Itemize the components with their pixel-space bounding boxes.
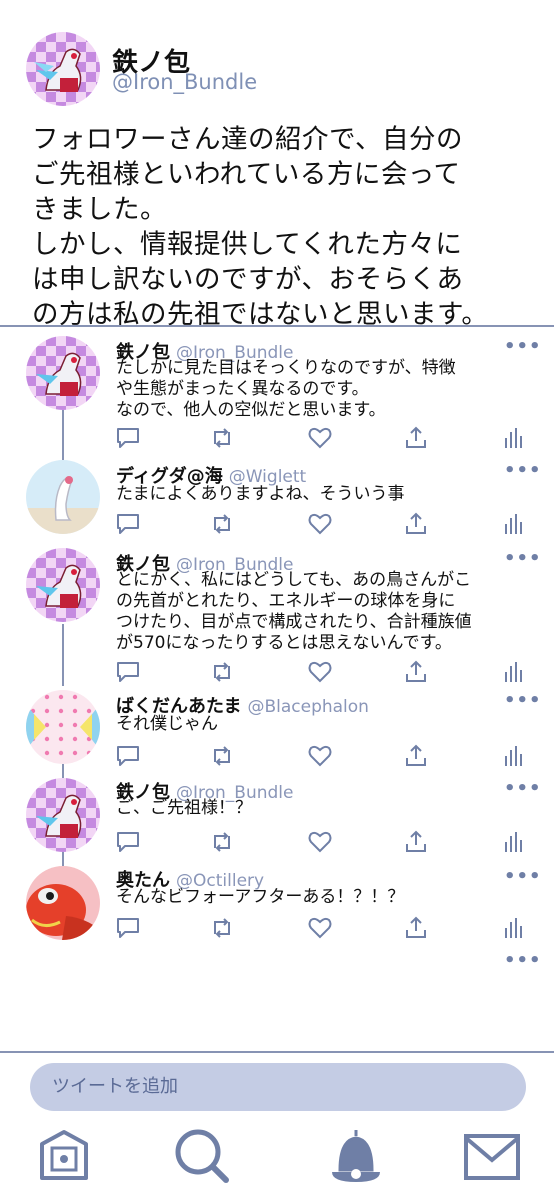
tweet-actions [0, 742, 554, 770]
analytics-icon[interactable] [500, 914, 528, 942]
analytics-icon[interactable] [500, 742, 528, 770]
more-options-icon[interactable]: ••• [504, 548, 542, 569]
like-icon[interactable] [306, 658, 334, 686]
share-icon[interactable] [402, 510, 430, 538]
tweet-text: フォロワーさん達の紹介で、自分の ご先祖様といわれている方に会って きました。 … [32, 124, 489, 330]
like-icon[interactable] [306, 828, 334, 856]
retweet-icon[interactable] [208, 658, 236, 686]
reply-icon[interactable] [114, 658, 142, 686]
like-icon[interactable] [306, 510, 334, 538]
more-options-icon[interactable]: ••• [504, 866, 542, 887]
reply-icon[interactable] [114, 510, 142, 538]
reply-text: それ僕じゃん [116, 714, 218, 734]
home-icon[interactable] [34, 1126, 94, 1186]
retweet-icon[interactable] [208, 510, 236, 538]
more-options-icon[interactable]: ••• [504, 690, 542, 711]
reply-text: たまによくありますよね、そういう事 [116, 484, 405, 504]
tab-bar [0, 1126, 554, 1190]
like-icon[interactable] [306, 914, 334, 942]
reply-icon[interactable] [114, 914, 142, 942]
more-options-icon[interactable]: ••• [504, 336, 542, 357]
divider [0, 1051, 554, 1053]
main-tweet: 鉄ノ包 @Iron_Bundle フォロワーさん達の紹介で、自分の ご先祖様とい… [0, 0, 554, 330]
tweet-actions [0, 510, 554, 538]
share-icon[interactable] [402, 424, 430, 452]
more-options-icon[interactable]: ••• [504, 460, 542, 481]
share-icon[interactable] [402, 828, 430, 856]
author-handle: @Iron_Bundle [112, 70, 258, 94]
retweet-icon[interactable] [208, 424, 236, 452]
retweet-icon[interactable] [208, 742, 236, 770]
reply-icon[interactable] [114, 742, 142, 770]
more-options-icon[interactable]: ••• [504, 950, 542, 971]
reply-text: とにかく、私にはどうしても、あの鳥さんがこ の先首がとれたり、エネルギーの球体を… [116, 570, 472, 653]
reply-icon[interactable] [114, 828, 142, 856]
analytics-icon[interactable] [500, 510, 528, 538]
messages-icon[interactable] [462, 1126, 522, 1186]
compose-input[interactable]: ツイートを追加 [30, 1063, 526, 1111]
tweet-actions [0, 914, 554, 942]
reply-text: ご、ご先祖様！？ [116, 798, 252, 818]
reply-text: たしかに見た目はそっくりなのですが、特徴 や生態がまったく異なるのです。 なので… [116, 358, 456, 420]
avatar[interactable] [26, 548, 100, 622]
analytics-icon[interactable] [500, 424, 528, 452]
more-options-icon[interactable]: ••• [504, 778, 542, 799]
analytics-icon[interactable] [500, 658, 528, 686]
analytics-icon[interactable] [500, 828, 528, 856]
avatar[interactable] [26, 32, 100, 106]
tweet-actions [0, 424, 554, 452]
share-icon[interactable] [402, 914, 430, 942]
reply-icon[interactable] [114, 424, 142, 452]
tweet-actions [0, 658, 554, 686]
share-icon[interactable] [402, 658, 430, 686]
search-icon[interactable] [172, 1126, 232, 1186]
tweet-actions [0, 828, 554, 856]
like-icon[interactable] [306, 742, 334, 770]
notifications-icon[interactable] [326, 1126, 386, 1186]
like-icon[interactable] [306, 424, 334, 452]
retweet-icon[interactable] [208, 914, 236, 942]
share-icon[interactable] [402, 742, 430, 770]
divider [0, 325, 554, 327]
reply-text: そんなビフォーアフターある！？！？ [116, 887, 405, 907]
retweet-icon[interactable] [208, 828, 236, 856]
avatar[interactable] [26, 336, 100, 410]
